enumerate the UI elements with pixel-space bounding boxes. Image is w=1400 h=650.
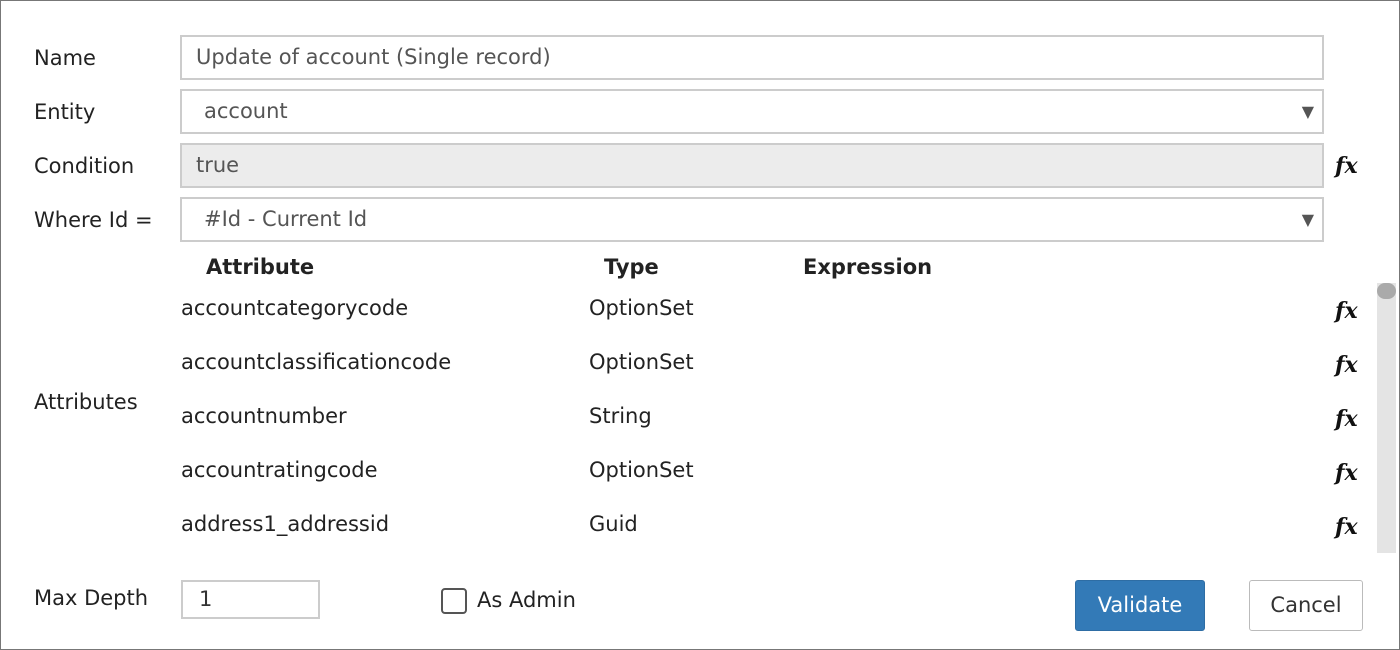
maxdepth-label: Max Depth <box>34 586 149 610</box>
attribute-name: address1_addressid <box>181 512 390 536</box>
condition-input[interactable]: true <box>180 143 1324 188</box>
name-input[interactable]: Update of account (Single record) <box>180 35 1324 80</box>
fx-icon[interactable]: fx <box>1335 352 1358 378</box>
name-label: Name <box>34 46 96 70</box>
fx-icon[interactable]: fx <box>1335 153 1358 179</box>
attribute-name: accountnumber <box>181 404 347 428</box>
column-header-expression: Expression <box>803 255 933 279</box>
cancel-button[interactable]: Cancel <box>1249 580 1363 631</box>
attribute-type: String <box>589 404 652 428</box>
attributes-label: Attributes <box>34 390 138 414</box>
maxdepth-input[interactable]: 1 <box>181 580 320 619</box>
fx-icon[interactable]: fx <box>1335 460 1358 486</box>
entity-select[interactable]: account ▼ <box>180 89 1324 134</box>
attribute-type: OptionSet <box>589 296 694 320</box>
chevron-down-icon: ▼ <box>1301 210 1314 229</box>
fx-icon[interactable]: fx <box>1335 406 1358 432</box>
condition-label: Condition <box>34 154 135 178</box>
entity-value: account <box>204 99 288 123</box>
attribute-name: accountratingcode <box>181 458 378 482</box>
column-header-attribute: Attribute <box>206 255 315 279</box>
whereid-select[interactable]: #Id - Current Id ▼ <box>180 197 1324 242</box>
attribute-type: OptionSet <box>589 458 694 482</box>
attribute-name: accountcategorycode <box>181 296 409 320</box>
fx-icon[interactable]: fx <box>1335 298 1358 324</box>
scrollbar-thumb[interactable] <box>1377 283 1396 299</box>
asadmin-label: As Admin <box>477 588 576 612</box>
asadmin-checkbox[interactable] <box>441 588 467 614</box>
validate-button[interactable]: Validate <box>1075 580 1205 631</box>
attribute-type: Guid <box>589 512 638 536</box>
attribute-type: OptionSet <box>589 350 694 374</box>
attribute-name: accountclassificationcode <box>181 350 452 374</box>
fx-icon[interactable]: fx <box>1335 514 1358 540</box>
scrollbar[interactable] <box>1377 283 1396 553</box>
chevron-down-icon: ▼ <box>1301 102 1314 121</box>
entity-label: Entity <box>34 100 96 124</box>
column-header-type: Type <box>604 255 659 279</box>
whereid-value: #Id - Current Id <box>204 207 368 231</box>
whereid-label: Where Id = <box>34 208 153 232</box>
